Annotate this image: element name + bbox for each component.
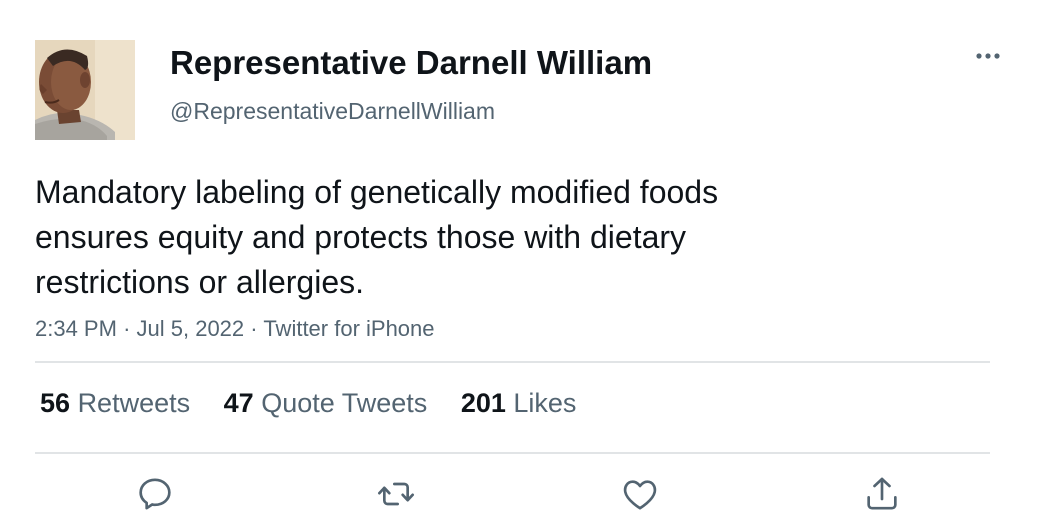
likes-stat[interactable]: 201 Likes xyxy=(461,385,577,421)
tweet-source[interactable]: Twitter for iPhone xyxy=(263,316,434,341)
quote-tweets-label: Quote Tweets xyxy=(261,388,428,418)
like-icon xyxy=(623,480,657,510)
retweet-button[interactable] xyxy=(376,474,416,514)
tweet-time[interactable]: 2:34 PM xyxy=(35,316,117,341)
meta-separator: · xyxy=(250,316,258,341)
retweets-label: Retweets xyxy=(77,388,191,418)
more-options-button[interactable] xyxy=(968,44,1008,68)
tweet-card: Representative Darnell William @Represen… xyxy=(0,0,1050,525)
reply-button[interactable] xyxy=(135,474,175,514)
retweets-stat[interactable]: 56 Retweets xyxy=(40,385,190,421)
reply-icon xyxy=(139,478,171,510)
tweet-metadata: 2:34 PM · Jul 5, 2022 · Twitter for iPho… xyxy=(35,314,435,344)
author-handle[interactable]: @RepresentativeDarnellWilliam xyxy=(170,96,495,126)
likes-label: Likes xyxy=(513,388,577,418)
meta-separator: · xyxy=(123,316,131,341)
avatar-photo xyxy=(35,40,135,140)
divider xyxy=(35,452,990,454)
likes-count: 201 xyxy=(460,388,506,418)
engagement-stats: 56 Retweets 47 Quote Tweets 201 Likes xyxy=(40,385,602,421)
quote-tweets-count: 47 xyxy=(223,388,254,418)
quote-tweets-stat[interactable]: 47 Quote Tweets xyxy=(224,385,428,421)
share-icon xyxy=(867,477,897,510)
more-options-icon xyxy=(976,53,1000,59)
retweets-count: 56 xyxy=(40,388,71,418)
share-button[interactable] xyxy=(862,474,902,514)
tweet-text: Mandatory labeling of genetically modifi… xyxy=(35,174,719,300)
author-display-name[interactable]: Representative Darnell William xyxy=(170,43,652,83)
divider xyxy=(35,361,990,363)
avatar[interactable] xyxy=(35,40,135,140)
retweet-icon xyxy=(378,482,414,506)
tweet-date[interactable]: Jul 5, 2022 xyxy=(137,316,245,341)
like-button[interactable] xyxy=(620,474,660,514)
